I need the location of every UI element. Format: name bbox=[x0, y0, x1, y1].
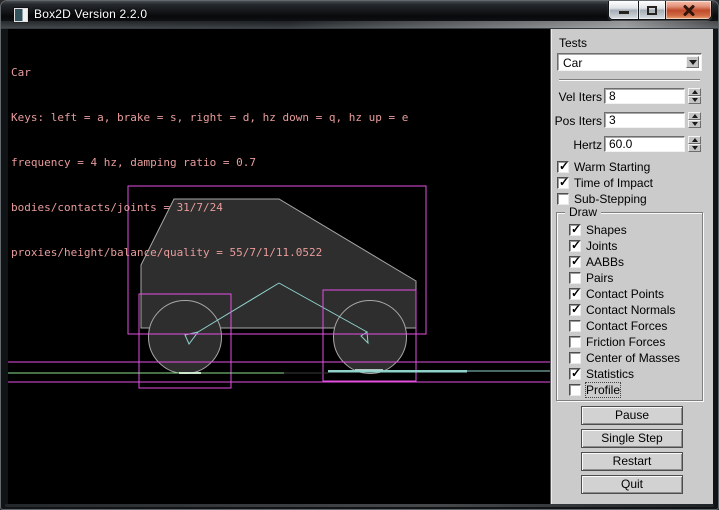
maximize-icon bbox=[647, 6, 657, 15]
checkbox-box[interactable] bbox=[569, 384, 581, 396]
hertz-spin-up[interactable] bbox=[688, 136, 701, 144]
arrow-up-icon bbox=[692, 114, 698, 118]
app-window: Box2D Version 2.2.0 bbox=[0, 0, 719, 510]
arrow-up-icon bbox=[692, 90, 698, 94]
vel-iters-spin-down[interactable] bbox=[688, 96, 701, 104]
quit-button[interactable]: Quit bbox=[581, 475, 683, 494]
draw-group-label: Draw bbox=[565, 205, 601, 219]
hertz-spin-down[interactable] bbox=[688, 144, 701, 152]
hud-line-frequency: frequency = 4 hz, damping ratio = 0.7 bbox=[11, 155, 408, 170]
checkbox-label: Time of Impact bbox=[574, 176, 653, 190]
checkbox-box[interactable]: ✓ bbox=[569, 368, 581, 380]
checkbox-label: Contact Normals bbox=[586, 303, 675, 317]
pause-button[interactable]: Pause bbox=[581, 406, 683, 425]
tests-dropdown-value: Car bbox=[563, 56, 582, 70]
contact-highlight-left bbox=[179, 372, 201, 374]
check-icon: ✓ bbox=[571, 222, 581, 236]
close-icon bbox=[682, 4, 696, 16]
window-bottom-highlight bbox=[5, 504, 714, 507]
pos-iters-input[interactable] bbox=[604, 112, 685, 128]
checkbox-box[interactable] bbox=[557, 193, 569, 205]
maximize-button[interactable] bbox=[638, 1, 665, 19]
hertz-input[interactable] bbox=[604, 136, 685, 152]
checkbox-label: Pairs bbox=[586, 271, 613, 285]
check-icon: ✓ bbox=[571, 366, 581, 380]
titlebar[interactable]: Box2D Version 2.2.0 bbox=[1, 1, 718, 29]
checkbox-box[interactable]: ✓ bbox=[569, 304, 581, 316]
simulation-canvas[interactable]: Car Keys: left = a, brake = s, right = d… bbox=[8, 29, 550, 504]
checkbox-box[interactable]: ✓ bbox=[569, 224, 581, 236]
tests-dropdown-button[interactable] bbox=[686, 56, 699, 68]
hud-line-test-name: Car bbox=[11, 65, 408, 80]
titlebar-sheen bbox=[1, 21, 718, 28]
control-panel: Tests Car Vel Iters Pos Iters Hertz bbox=[550, 29, 713, 504]
pos-iters-spin-up[interactable] bbox=[688, 112, 701, 120]
restart-button[interactable]: Restart bbox=[581, 452, 683, 471]
hertz-spinner bbox=[688, 136, 701, 152]
chevron-down-icon bbox=[689, 60, 697, 65]
vel-iters-input[interactable] bbox=[604, 88, 685, 104]
arrow-down-icon bbox=[692, 146, 698, 150]
hertz-label: Hertz bbox=[553, 138, 602, 152]
arrow-down-icon bbox=[692, 98, 698, 102]
window-title: Box2D Version 2.2.0 bbox=[34, 7, 147, 21]
window-controls bbox=[608, 1, 712, 20]
check-icon: ✓ bbox=[571, 238, 581, 252]
checkbox-box[interactable]: ✓ bbox=[569, 288, 581, 300]
contact-highlight-right bbox=[355, 369, 383, 371]
checkbox-label: Warm Starting bbox=[574, 160, 650, 174]
checkbox-label: Sub-Stepping bbox=[574, 192, 647, 206]
front-wheel bbox=[334, 301, 407, 374]
check-icon: ✓ bbox=[559, 175, 569, 189]
tests-label: Tests bbox=[559, 36, 587, 50]
separator bbox=[559, 79, 700, 81]
app-icon bbox=[14, 8, 28, 22]
checkbox-box[interactable]: ✓ bbox=[569, 240, 581, 252]
checkbox-label: AABBs bbox=[586, 255, 624, 269]
check-icon: ✓ bbox=[571, 286, 581, 300]
checkbox-label: Joints bbox=[586, 239, 617, 253]
checkbox-box[interactable]: ✓ bbox=[569, 256, 581, 268]
check-icon: ✓ bbox=[571, 302, 581, 316]
pos-iters-spinner bbox=[688, 112, 701, 128]
arrow-down-icon bbox=[692, 122, 698, 126]
check-icon: ✓ bbox=[571, 254, 581, 268]
checkbox-box[interactable] bbox=[569, 336, 581, 348]
vel-iters-spinner bbox=[688, 88, 701, 104]
pos-iters-label: Pos Iters bbox=[553, 114, 602, 128]
pos-iters-spin-down[interactable] bbox=[688, 120, 701, 128]
minimize-button[interactable] bbox=[609, 1, 638, 19]
check-icon: ✓ bbox=[559, 159, 569, 173]
hud-line-keys: Keys: left = a, brake = s, right = d, hz… bbox=[11, 110, 408, 125]
checkbox-label: Contact Points bbox=[586, 287, 664, 301]
checkbox-label: Statistics bbox=[586, 367, 634, 381]
bridge-joints-line bbox=[328, 370, 467, 373]
checkbox-box[interactable]: ✓ bbox=[557, 177, 569, 189]
tests-dropdown[interactable]: Car bbox=[557, 53, 702, 71]
vel-iters-label: Vel Iters bbox=[553, 90, 602, 104]
checkbox-label: Profile bbox=[586, 383, 620, 397]
checkbox-label: Center of Masses bbox=[586, 351, 680, 365]
close-button[interactable] bbox=[665, 1, 711, 19]
checkbox-box[interactable] bbox=[569, 272, 581, 284]
checkbox-label: Contact Forces bbox=[586, 319, 667, 333]
checkbox-label: Shapes bbox=[586, 223, 627, 237]
rear-wheel bbox=[149, 301, 222, 374]
checkbox-label: Friction Forces bbox=[586, 335, 665, 349]
minimize-icon bbox=[619, 11, 629, 14]
hud-text: Car Keys: left = a, brake = s, right = d… bbox=[11, 35, 408, 290]
hud-line-bodies: bodies/contacts/joints = 31/7/24 bbox=[11, 200, 408, 215]
single-step-button[interactable]: Single Step bbox=[581, 429, 683, 448]
checkbox-box[interactable] bbox=[569, 320, 581, 332]
checkbox-box[interactable]: ✓ bbox=[557, 161, 569, 173]
checkbox-box[interactable] bbox=[569, 352, 581, 364]
arrow-up-icon bbox=[692, 138, 698, 142]
hud-line-proxies: proxies/height/balance/quality = 55/7/1/… bbox=[11, 245, 408, 260]
vel-iters-spin-up[interactable] bbox=[688, 88, 701, 96]
